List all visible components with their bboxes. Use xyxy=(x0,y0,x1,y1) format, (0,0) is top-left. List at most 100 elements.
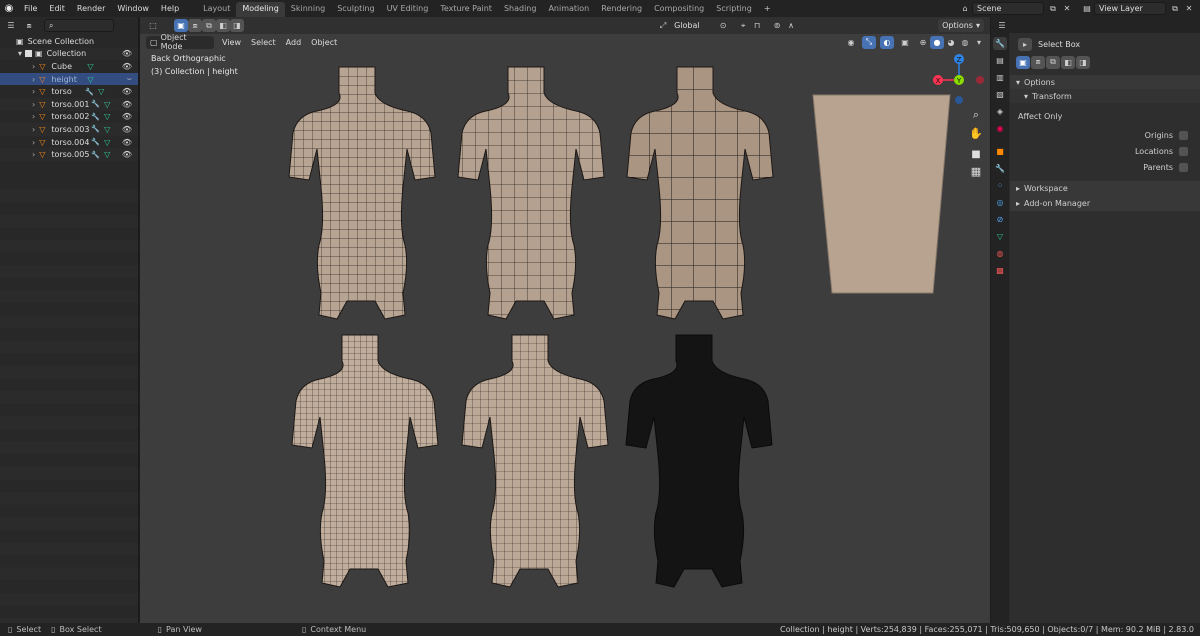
expand-icon[interactable]: › xyxy=(32,125,35,134)
checkbox-row-locations[interactable]: Locations xyxy=(1010,143,1200,159)
select-box-tool-icon[interactable]: ▸ xyxy=(1018,37,1032,51)
delete-view-layer-icon[interactable]: ✕ xyxy=(1182,2,1196,15)
checkbox-icon[interactable] xyxy=(25,50,33,58)
outliner-item[interactable]: › ▽ torso.002 🔧 ▽ 👁 xyxy=(0,111,138,124)
modifier-icon[interactable]: 🔧 xyxy=(91,113,100,121)
eye-icon[interactable]: 👁 xyxy=(122,62,132,71)
outliner-row-collection[interactable]: ▾ ▣ Collection 👁 xyxy=(0,47,138,61)
mesh-data-icon[interactable]: ▽ xyxy=(104,100,110,109)
outliner-item[interactable]: › ▽ torso 🔧 ▽ 👁 xyxy=(0,85,138,98)
tab-rendering[interactable]: Rendering xyxy=(595,2,648,17)
tab-scripting[interactable]: Scripting xyxy=(710,2,758,17)
menu-render[interactable]: Render xyxy=(71,4,111,13)
mode-intersect-icon[interactable]: ◨ xyxy=(1076,55,1090,69)
outliner-item[interactable]: › ▽ torso.004 🔧 ▽ 👁 xyxy=(0,136,138,149)
view-layer-field[interactable]: View Layer xyxy=(1094,2,1166,15)
editor-type-icon[interactable]: ☰ xyxy=(995,19,1009,32)
pan-hand-icon[interactable]: ✋ xyxy=(969,127,983,140)
physics-tab-icon[interactable]: ◎ xyxy=(993,196,1007,209)
blender-logo-icon[interactable]: ◉ xyxy=(0,3,18,14)
menu-help[interactable]: Help xyxy=(155,4,185,13)
tab-modeling[interactable]: Modeling xyxy=(236,2,285,17)
eye-icon[interactable]: 👁 xyxy=(122,138,132,147)
view-layer-icon[interactable]: ▤ xyxy=(1080,2,1094,15)
delete-scene-icon[interactable]: ✕ xyxy=(1060,2,1074,15)
outliner-item[interactable]: › ▽ torso.005 🔧 ▽ 👁 xyxy=(0,148,138,161)
expand-icon[interactable]: › xyxy=(32,138,35,147)
torso-004-mesh[interactable] xyxy=(461,334,609,588)
modifier-icon[interactable]: 🔧 xyxy=(91,100,100,108)
expand-icon[interactable]: › xyxy=(32,112,35,121)
expand-icon[interactable]: › xyxy=(32,150,35,159)
zoom-icon[interactable]: ⌕ xyxy=(973,108,979,121)
menu-edit[interactable]: Edit xyxy=(43,4,71,13)
modifier-icon[interactable]: 🔧 xyxy=(91,125,100,133)
scene-canvas[interactable]: Z X Y ⌕ ✋ ■ ▦ xyxy=(140,17,990,623)
grid-icon[interactable]: ▦ xyxy=(971,165,981,178)
new-scene-icon[interactable]: ⧉ xyxy=(1046,2,1060,15)
eye-icon[interactable]: 👁 xyxy=(122,49,132,58)
gizmo-neg-x-axis[interactable] xyxy=(976,76,984,84)
scene-field[interactable]: Scene xyxy=(972,2,1044,15)
origins-checkbox[interactable] xyxy=(1179,130,1188,140)
outliner-item[interactable]: › ▽ height ▽ ⌣ xyxy=(0,72,138,86)
checkbox-row-parents[interactable]: Parents xyxy=(1010,159,1200,175)
outliner-item[interactable]: › ▽ Cube ▽ 👁 xyxy=(0,60,138,73)
mesh-data-icon[interactable]: ▽ xyxy=(98,87,104,96)
tab-uv-editing[interactable]: UV Editing xyxy=(381,2,435,17)
expand-icon[interactable]: › xyxy=(32,62,35,71)
gizmo-neg-z-axis[interactable] xyxy=(955,96,963,104)
workspace-panel-header[interactable]: ▸ Workspace xyxy=(1010,181,1200,196)
torso-005-mesh[interactable] xyxy=(625,334,773,588)
mesh-data-icon[interactable]: ▽ xyxy=(87,62,93,71)
tab-skinning[interactable]: Skinning xyxy=(285,2,331,17)
tool-tab-icon[interactable]: 🔧 xyxy=(993,37,1007,50)
output-tab-icon[interactable]: ▥ xyxy=(993,71,1007,84)
outliner-item[interactable]: › ▽ torso.001 🔧 ▽ 👁 xyxy=(0,97,138,111)
view-layer-tab-icon[interactable]: ▧ xyxy=(993,88,1007,101)
mesh-data-icon[interactable]: ▽ xyxy=(104,150,110,159)
expand-icon[interactable]: ▾ xyxy=(18,49,22,58)
mesh-data-icon[interactable]: ▽ xyxy=(104,125,110,134)
eye-icon[interactable]: 👁 xyxy=(122,100,132,109)
expand-icon[interactable]: › xyxy=(32,87,35,96)
eye-icon[interactable]: 👁 xyxy=(122,112,132,121)
tab-animation[interactable]: Animation xyxy=(542,2,595,17)
outliner-row-scene-collection[interactable]: ▣ Scene Collection xyxy=(0,35,138,48)
checkbox-row-origins[interactable]: Origins xyxy=(1010,127,1200,143)
torso-003-mesh[interactable] xyxy=(291,334,439,588)
height-plane[interactable] xyxy=(812,94,951,294)
camera-icon[interactable]: ■ xyxy=(971,149,980,160)
outliner-search-input[interactable]: ⌕ xyxy=(44,19,114,32)
eye-icon[interactable]: 👁 xyxy=(122,125,132,134)
new-view-layer-icon[interactable]: ⧉ xyxy=(1168,2,1182,15)
add-workspace-button[interactable]: + xyxy=(758,2,777,17)
render-tab-icon[interactable]: ▤ xyxy=(993,54,1007,67)
tab-layout[interactable]: Layout xyxy=(197,2,236,17)
addon-manager-panel-header[interactable]: ▸ Add-on Manager xyxy=(1010,196,1200,211)
mode-subtract-icon[interactable]: ⧉ xyxy=(1046,55,1060,69)
modifier-tab-icon[interactable]: 🔧 xyxy=(993,162,1007,175)
constraints-tab-icon[interactable]: ⊘ xyxy=(993,213,1007,226)
menu-window[interactable]: Window xyxy=(111,4,155,13)
scene-tab-icon[interactable]: ◈ xyxy=(993,105,1007,118)
object-tab-icon[interactable]: ■ xyxy=(993,145,1007,158)
display-mode-icon[interactable]: ⧈ xyxy=(22,19,36,32)
material-tab-icon[interactable]: ◍ xyxy=(993,247,1007,260)
transform-subpanel-header[interactable]: ▾ Transform xyxy=(1010,89,1200,103)
mesh-data-icon[interactable]: ▽ xyxy=(87,75,93,84)
eye-closed-icon[interactable]: ⌣ xyxy=(127,74,132,84)
mode-set-icon[interactable]: ▣ xyxy=(1016,55,1030,69)
expand-icon[interactable]: › xyxy=(32,75,35,84)
tab-shading[interactable]: Shading xyxy=(498,2,543,17)
modifier-icon[interactable]: 🔧 xyxy=(91,138,100,146)
modifier-icon[interactable]: 🔧 xyxy=(85,88,94,96)
eye-icon[interactable]: 👁 xyxy=(122,150,132,159)
particles-tab-icon[interactable]: ⁘ xyxy=(993,179,1007,192)
tab-compositing[interactable]: Compositing xyxy=(648,2,710,17)
outliner-item[interactable]: › ▽ torso.003 🔧 ▽ 👁 xyxy=(0,123,138,136)
scene-icon[interactable]: ⌂ xyxy=(958,2,972,15)
modifier-icon[interactable]: 🔧 xyxy=(91,151,100,159)
data-tab-icon[interactable]: ▽ xyxy=(993,230,1007,243)
tab-sculpting[interactable]: Sculpting xyxy=(331,2,380,17)
